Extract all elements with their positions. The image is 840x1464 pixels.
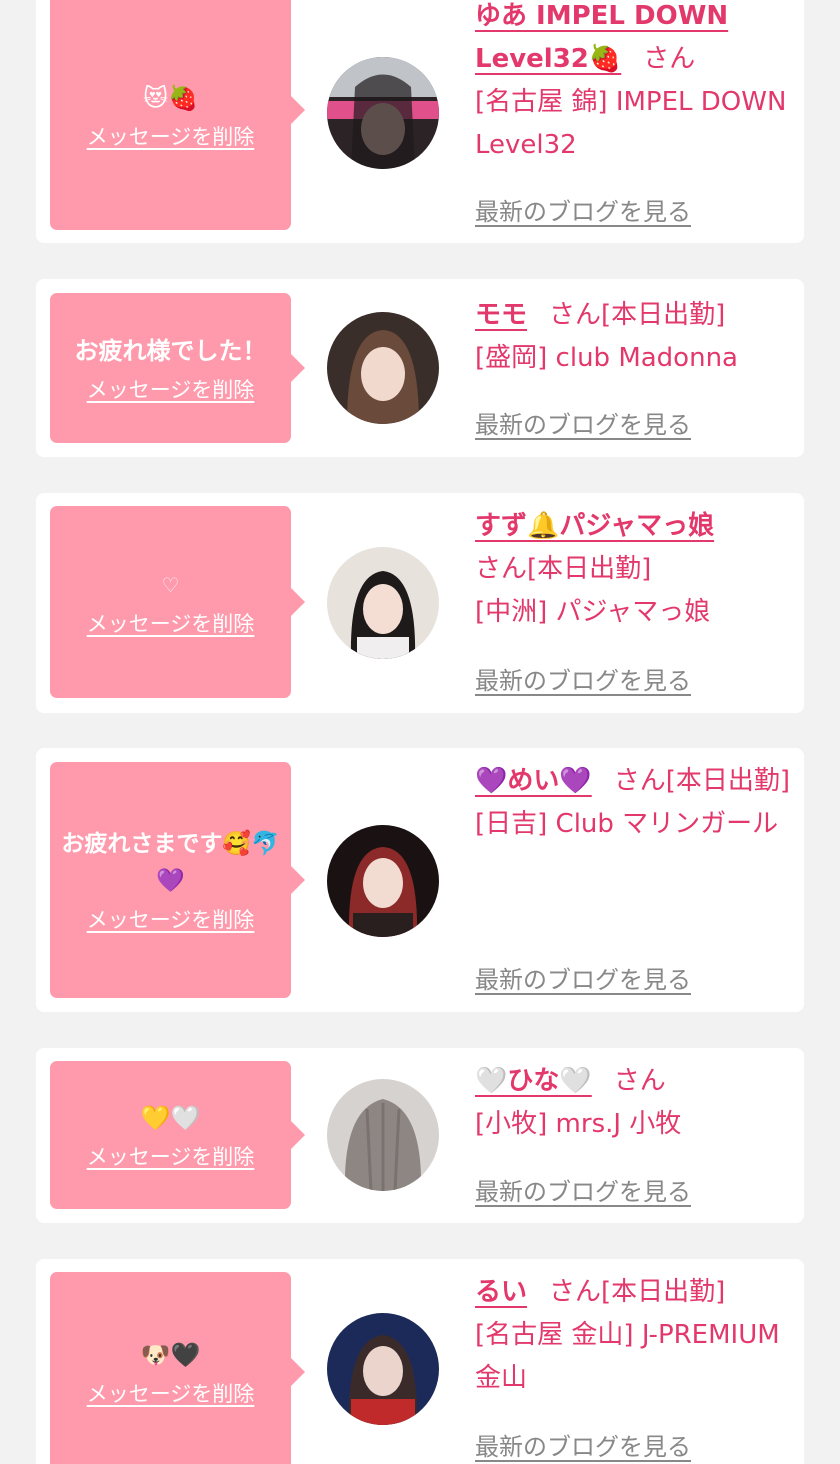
honorific: さん — [549, 1277, 602, 1307]
delete-message-link[interactable]: メッセージを削除 — [87, 1378, 255, 1408]
favorite-card: ♡ メッセージを削除 すず🔔パジャマっ娘 さん[本日出勤] [中洲] パジャマっ… — [36, 493, 804, 713]
store-info: [名古屋 錦] IMPEL DOWN Level32 — [475, 87, 787, 160]
message-text: ♡ — [161, 572, 180, 597]
favorite-card: 💛🤍 メッセージを削除 🤍ひな🤍 さん [小牧] mrs.J 小牧 最新のブログを… — [36, 1048, 804, 1223]
message-text: お疲れさまです🥰🐬💜 — [61, 831, 280, 894]
cast-info: 🤍ひな🤍 さん [小牧] mrs.J 小牧 — [475, 1060, 793, 1146]
avatar[interactable] — [327, 1313, 439, 1425]
cast-info: ゆあ IMPEL DOWN Level32🍓 さん [名古屋 錦] IMPEL D… — [475, 0, 793, 167]
store-info: [小牧] mrs.J 小牧 — [475, 1109, 682, 1139]
latest-blog-link[interactable]: 最新のブログを見る — [475, 1427, 691, 1462]
on-duty-today-label: [本日出勤] — [527, 554, 652, 584]
favorite-card: お疲れさまです🥰🐬💜 メッセージを削除 💜めい💜 さん[本日出勤] [日吉] Cl… — [36, 748, 804, 1012]
cast-info: すず🔔パジャマっ娘 さん[本日出勤] [中洲] パジャマっ娘 — [475, 505, 793, 634]
honorific: さん — [549, 300, 602, 330]
message-text: お疲れ様でした！ — [74, 336, 267, 365]
delete-message-link[interactable]: メッセージを削除 — [87, 904, 255, 934]
honorific: さん — [475, 554, 528, 584]
avatar[interactable] — [327, 57, 439, 169]
message-text: 😻🍓 — [143, 83, 198, 112]
message-bubble: 🐶🖤 メッセージを削除 — [50, 1272, 305, 1464]
store-info: [盛岡] club Madonna — [475, 343, 738, 373]
honorific: さん — [613, 766, 666, 796]
avatar[interactable] — [327, 825, 439, 937]
delete-message-link[interactable]: メッセージを削除 — [87, 608, 255, 638]
delete-message-link[interactable]: メッセージを削除 — [87, 374, 255, 404]
message-bubble: 💛🤍 メッセージを削除 — [50, 1061, 305, 1209]
honorific: さん — [643, 44, 696, 74]
avatar[interactable] — [327, 1079, 439, 1191]
cast-name-link[interactable]: すず🔔パジャマっ娘 — [475, 511, 714, 541]
latest-blog-link[interactable]: 最新のブログを見る — [475, 192, 691, 227]
favorite-card: 🐶🖤 メッセージを削除 るい さん[本日出勤] [名古屋 金山] J-PREMIU… — [36, 1259, 804, 1464]
message-bubble: 😻🍓 メッセージを削除 — [50, 0, 305, 230]
latest-blog-link[interactable]: 最新のブログを見る — [475, 661, 691, 696]
cast-name-link[interactable]: るい — [475, 1277, 527, 1307]
latest-blog-link[interactable]: 最新のブログを見る — [475, 1172, 691, 1207]
message-text: 💛🤍 — [140, 1103, 201, 1132]
store-info: [名古屋 金山] J-PREMIUM 金山 — [475, 1320, 780, 1393]
store-info: [中洲] パジャマっ娘 — [475, 597, 711, 627]
cast-name-link[interactable]: モモ — [475, 300, 527, 330]
favorite-card: お疲れ様でした！ メッセージを削除 モモ さん[本日出勤] [盛岡] club M… — [36, 279, 804, 457]
delete-message-link[interactable]: メッセージを削除 — [87, 1141, 255, 1171]
message-bubble: お疲れ様でした！ メッセージを削除 — [50, 293, 305, 443]
cast-info: モモ さん[本日出勤] [盛岡] club Madonna — [475, 294, 793, 380]
on-duty-today-label: [本日出勤] — [601, 1277, 726, 1307]
latest-blog-link[interactable]: 最新のブログを見る — [475, 960, 691, 995]
message-bubble: ♡ メッセージを削除 — [50, 506, 305, 698]
store-info: [日吉] Club マリンガール — [475, 809, 779, 839]
message-bubble: お疲れさまです🥰🐬💜 メッセージを削除 — [50, 762, 305, 998]
avatar[interactable] — [327, 547, 439, 659]
on-duty-today-label: [本日出勤] — [601, 300, 726, 330]
delete-message-link[interactable]: メッセージを削除 — [87, 121, 255, 151]
cast-name-link[interactable]: 🤍ひな🤍 — [475, 1066, 592, 1096]
latest-blog-link[interactable]: 最新のブログを見る — [475, 405, 691, 440]
message-text: 🐶🖤 — [140, 1340, 201, 1369]
cast-info: るい さん[本日出勤] [名古屋 金山] J-PREMIUM 金山 — [475, 1271, 793, 1400]
on-duty-today-label: [本日出勤] — [665, 766, 791, 796]
cast-name-link[interactable]: 💜めい💜 — [475, 766, 592, 796]
honorific: さん — [613, 1066, 666, 1096]
cast-info: 💜めい💜 さん[本日出勤] [日吉] Club マリンガール — [475, 760, 793, 846]
avatar[interactable] — [327, 312, 439, 424]
favorite-card: 😻🍓 メッセージを削除 ゆあ IMPEL DOWN Level32🍓 さん [名古… — [36, 0, 804, 243]
